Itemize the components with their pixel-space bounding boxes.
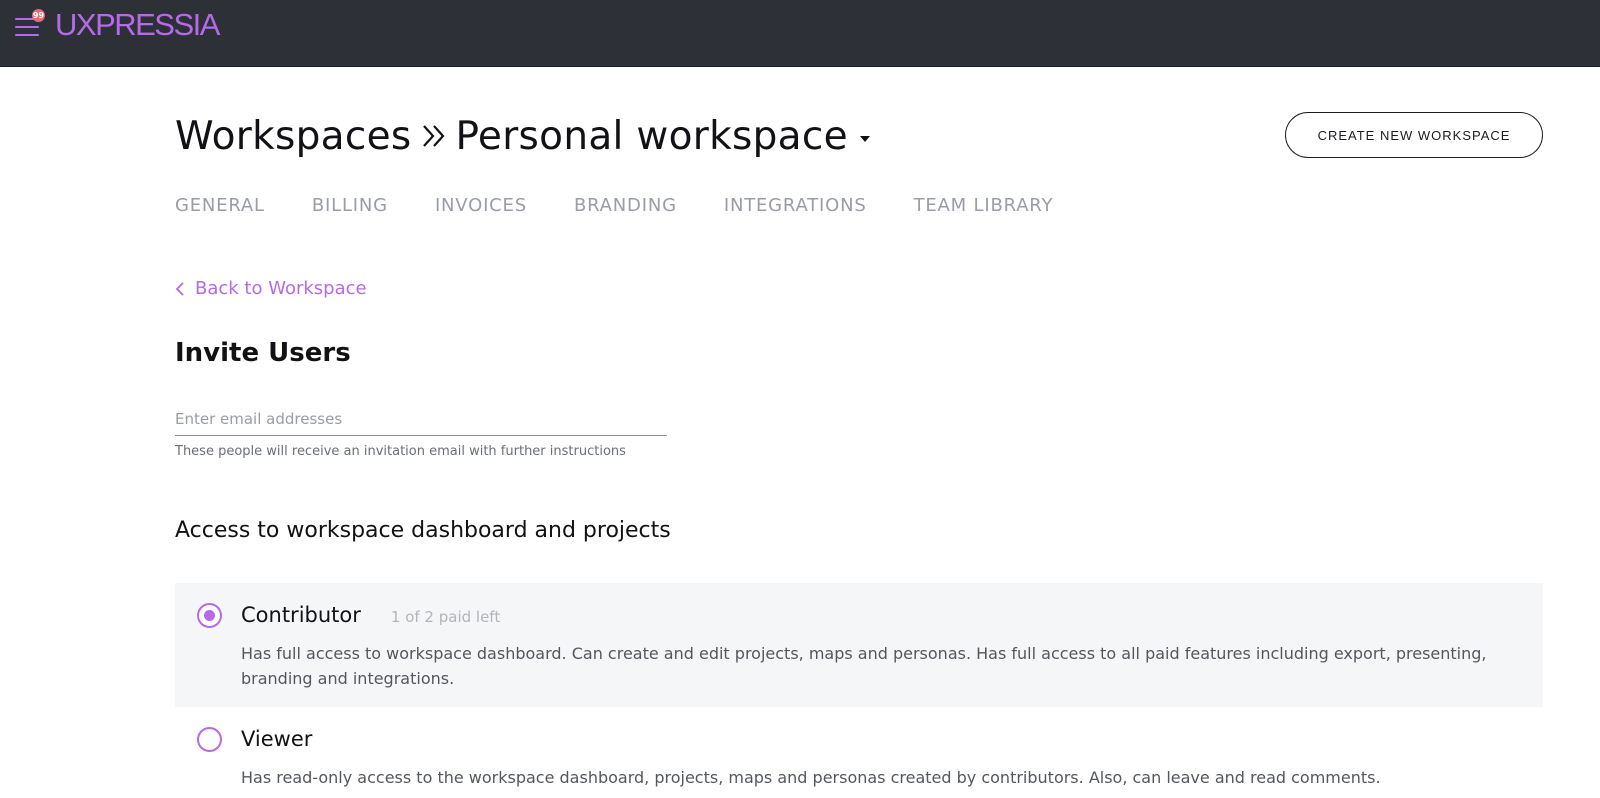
- viewer-radio[interactable]: [197, 727, 222, 752]
- role-option-viewer[interactable]: Viewer Has read-only access to the works…: [175, 707, 1543, 798]
- tab-integrations[interactable]: INTEGRATIONS: [724, 195, 867, 216]
- contributor-radio[interactable]: [197, 603, 222, 628]
- chevron-left-icon: [175, 281, 189, 297]
- role-quota: 1 of 2 paid left: [390, 608, 501, 626]
- radio-selected-dot: [204, 610, 215, 621]
- double-chevron-right-icon: [416, 116, 452, 156]
- role-description: Has full access to workspace dashboard. …: [241, 644, 1487, 688]
- create-new-workspace-button[interactable]: CREATE NEW WORKSPACE: [1285, 112, 1543, 158]
- email-field-group: These people will receive an invitation …: [175, 402, 667, 459]
- breadcrumb-workspaces[interactable]: Workspaces: [175, 114, 412, 159]
- back-link-label: Back to Workspace: [195, 278, 367, 299]
- email-addresses-input[interactable]: [175, 402, 667, 436]
- tab-invoices[interactable]: INVOICES: [435, 195, 527, 216]
- role-name: Viewer: [241, 727, 313, 751]
- breadcrumb: Workspaces Personal workspace: [175, 110, 876, 162]
- breadcrumb-current-workspace: Personal workspace: [455, 113, 848, 159]
- role-name: Contributor: [241, 603, 361, 627]
- workspace-tabs: GENERAL BILLING INVOICES BRANDING INTEGR…: [175, 195, 1100, 216]
- role-option-contributor[interactable]: Contributor 1 of 2 paid left Has full ac…: [175, 583, 1543, 707]
- app-logo[interactable]: UXPRESSIA: [55, 8, 220, 42]
- caret-down-icon[interactable]: [854, 128, 876, 150]
- tab-team-library[interactable]: TEAM LIBRARY: [914, 195, 1054, 216]
- tab-billing[interactable]: BILLING: [312, 195, 388, 216]
- invite-users-title: Invite Users: [175, 338, 351, 368]
- access-section-title: Access to workspace dashboard and projec…: [175, 518, 671, 543]
- tab-general[interactable]: GENERAL: [175, 195, 265, 216]
- top-bar: 99 UXPRESSIA: [0, 0, 1600, 67]
- email-helper-text: These people will receive an invitation …: [175, 444, 626, 459]
- notification-badge: 99: [32, 9, 45, 22]
- role-description: Has read-only access to the workspace da…: [241, 768, 1381, 787]
- hamburger-menu-icon[interactable]: 99: [15, 9, 45, 39]
- tab-branding[interactable]: BRANDING: [574, 195, 677, 216]
- back-to-workspace-link[interactable]: Back to Workspace: [175, 278, 367, 299]
